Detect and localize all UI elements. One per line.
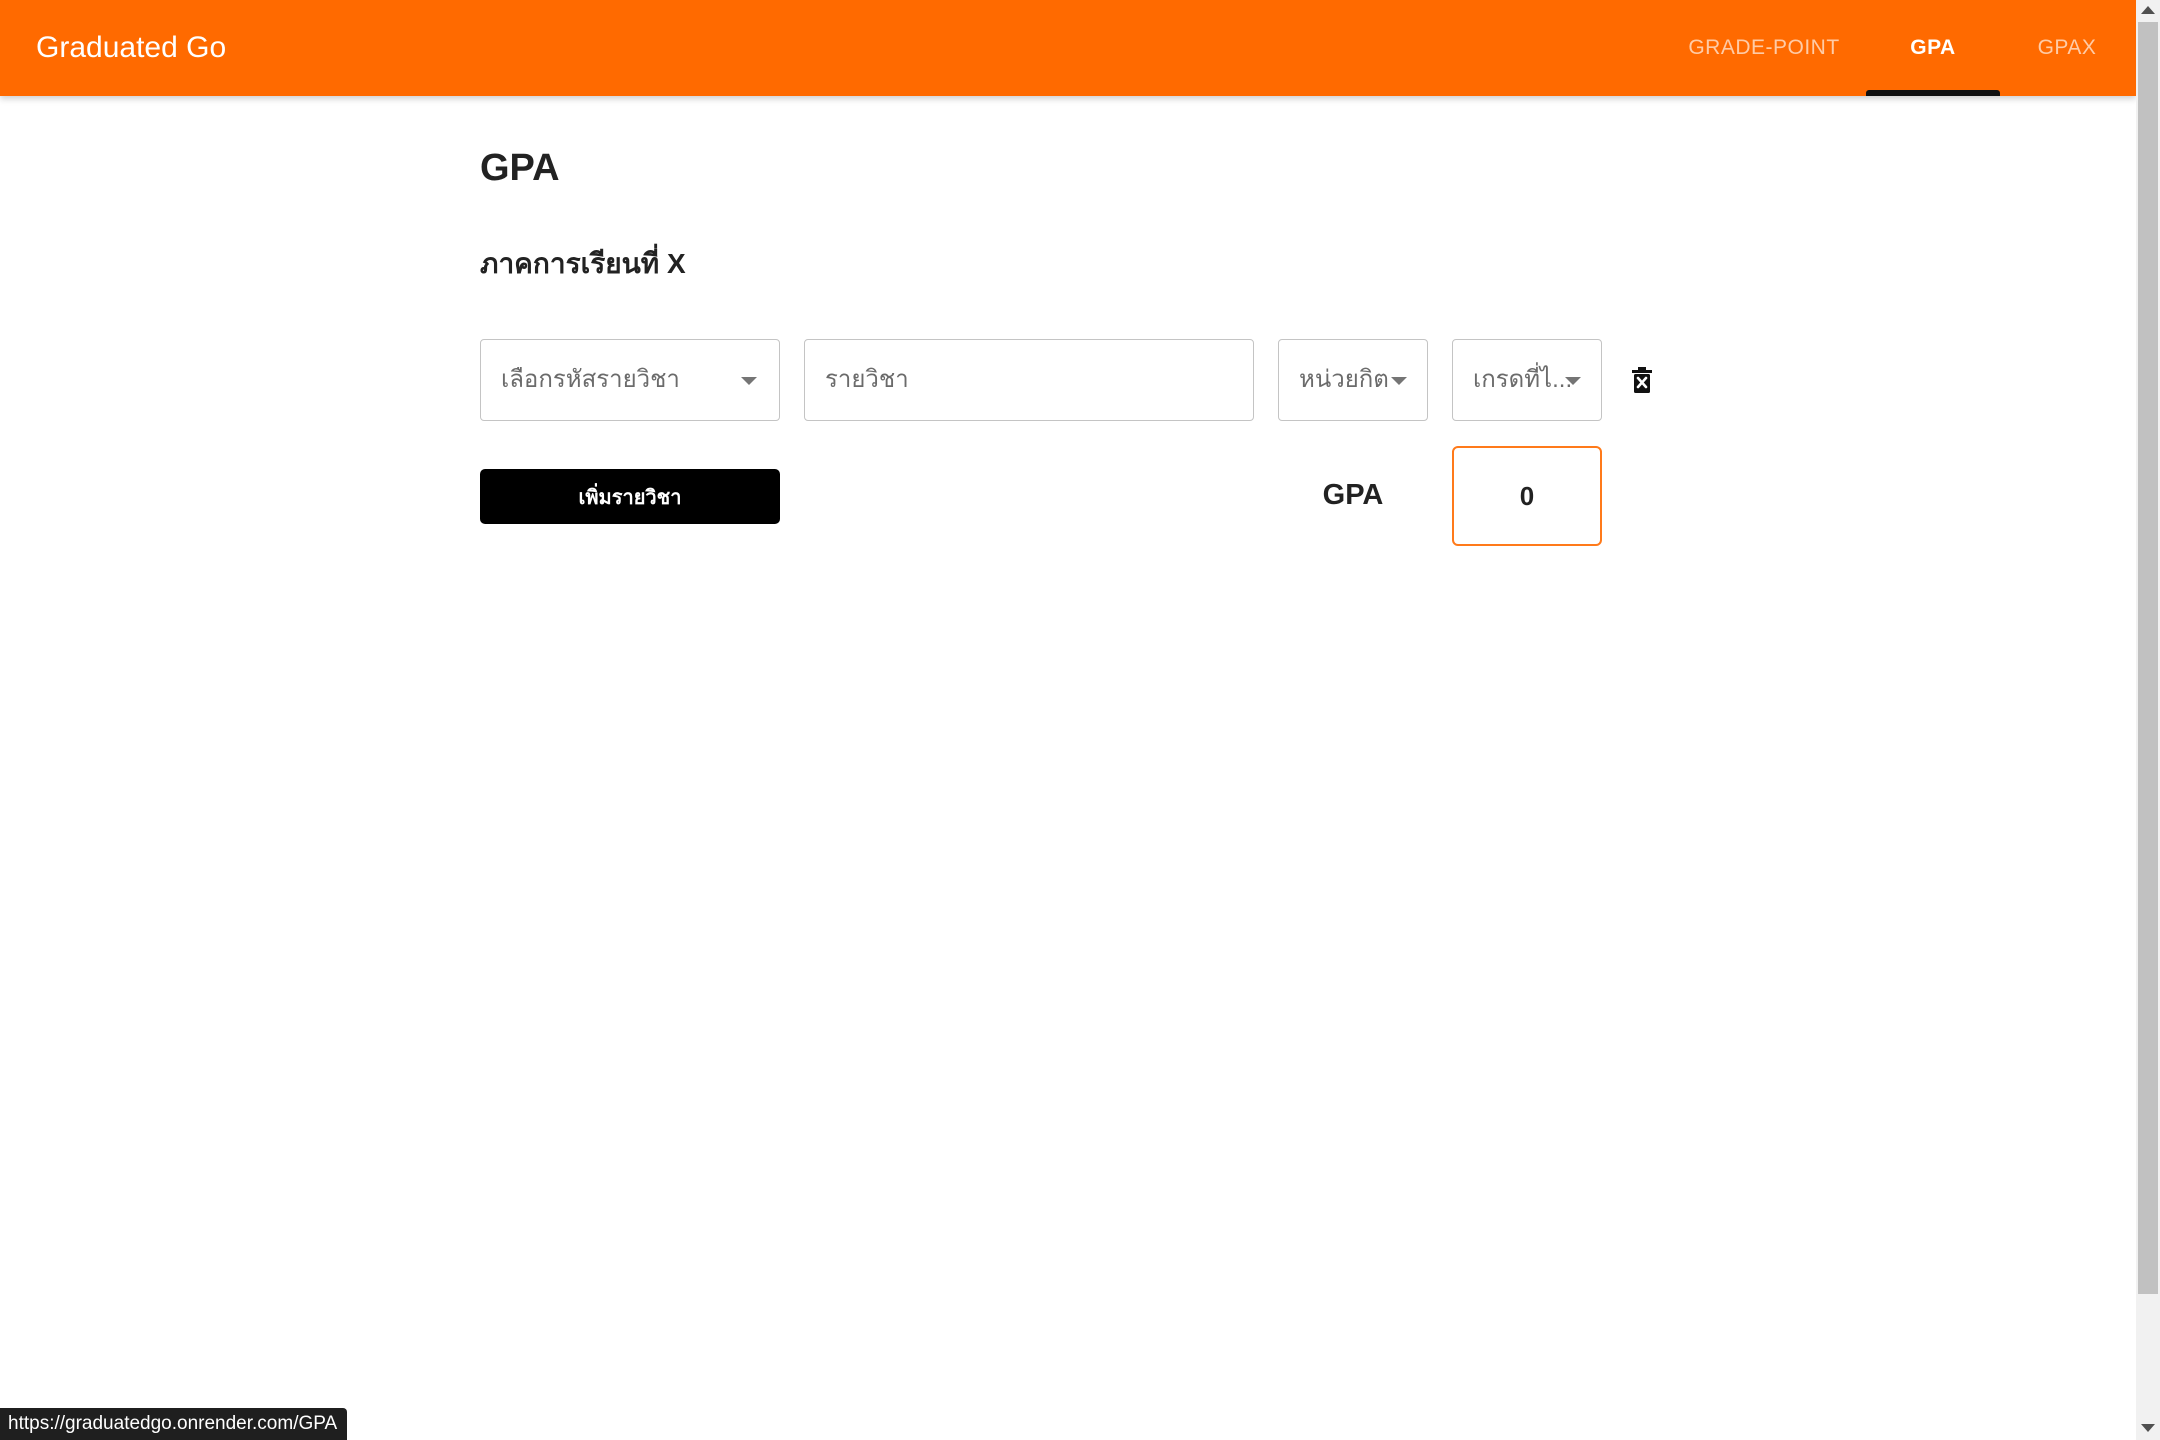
status-bar-url: https://graduatedgo.onrender.com/GPA [0,1408,348,1440]
caret-down-icon [1391,377,1407,385]
course-name-input[interactable]: รายวิชา [804,339,1254,421]
grade-select[interactable]: เกรดที่ไ... [1452,339,1602,421]
scroll-down-arrow-icon[interactable] [2141,1424,2155,1432]
app-root: Graduated Go GRADE-POINT GPA GPAX GPA ภา… [0,0,2160,1440]
course-code-select[interactable]: เลือกรหัสรายวิชา [480,339,780,421]
gpa-label: GPA [1322,479,1384,511]
gpa-result-box: 0 [1452,446,1602,546]
add-course-label: เพิ่มรายวิชา [578,486,682,509]
tab-label: GRADE-POINT [1688,36,1840,59]
app-bar: Graduated Go GRADE-POINT GPA GPAX [0,0,2136,96]
page-title: GPA [480,147,560,189]
tab-gpa[interactable]: GPA [1866,0,2000,96]
tab-label: GPA [1910,36,1956,59]
trash-x-icon [1632,367,1652,393]
caret-down-icon [741,377,757,385]
tab-grade-point[interactable]: GRADE-POINT [1676,0,1852,96]
semester-title: ภาคการเรียนที่ X [480,248,686,279]
scrollbar-thumb[interactable] [2138,22,2158,1294]
course-code-placeholder: เลือกรหัสรายวิชา [501,366,680,393]
tab-gpax[interactable]: GPAX [2010,0,2124,96]
active-tab-indicator [1866,90,2000,96]
tab-label: GPAX [2037,36,2097,59]
grade-placeholder: เกรดที่ไ... [1473,366,1571,393]
add-course-button[interactable]: เพิ่มรายวิชา [480,469,780,524]
gpa-value: 0 [1519,480,1535,511]
delete-course-button[interactable] [1624,362,1660,398]
scroll-up-arrow-icon[interactable] [2141,6,2155,14]
caret-down-icon [1565,377,1581,385]
brand-title[interactable]: Graduated Go [36,28,226,68]
credit-select[interactable]: หน่วยกิต [1278,339,1428,421]
course-name-placeholder: รายวิชา [825,366,909,393]
credit-placeholder: หน่วยกิต [1299,366,1389,393]
